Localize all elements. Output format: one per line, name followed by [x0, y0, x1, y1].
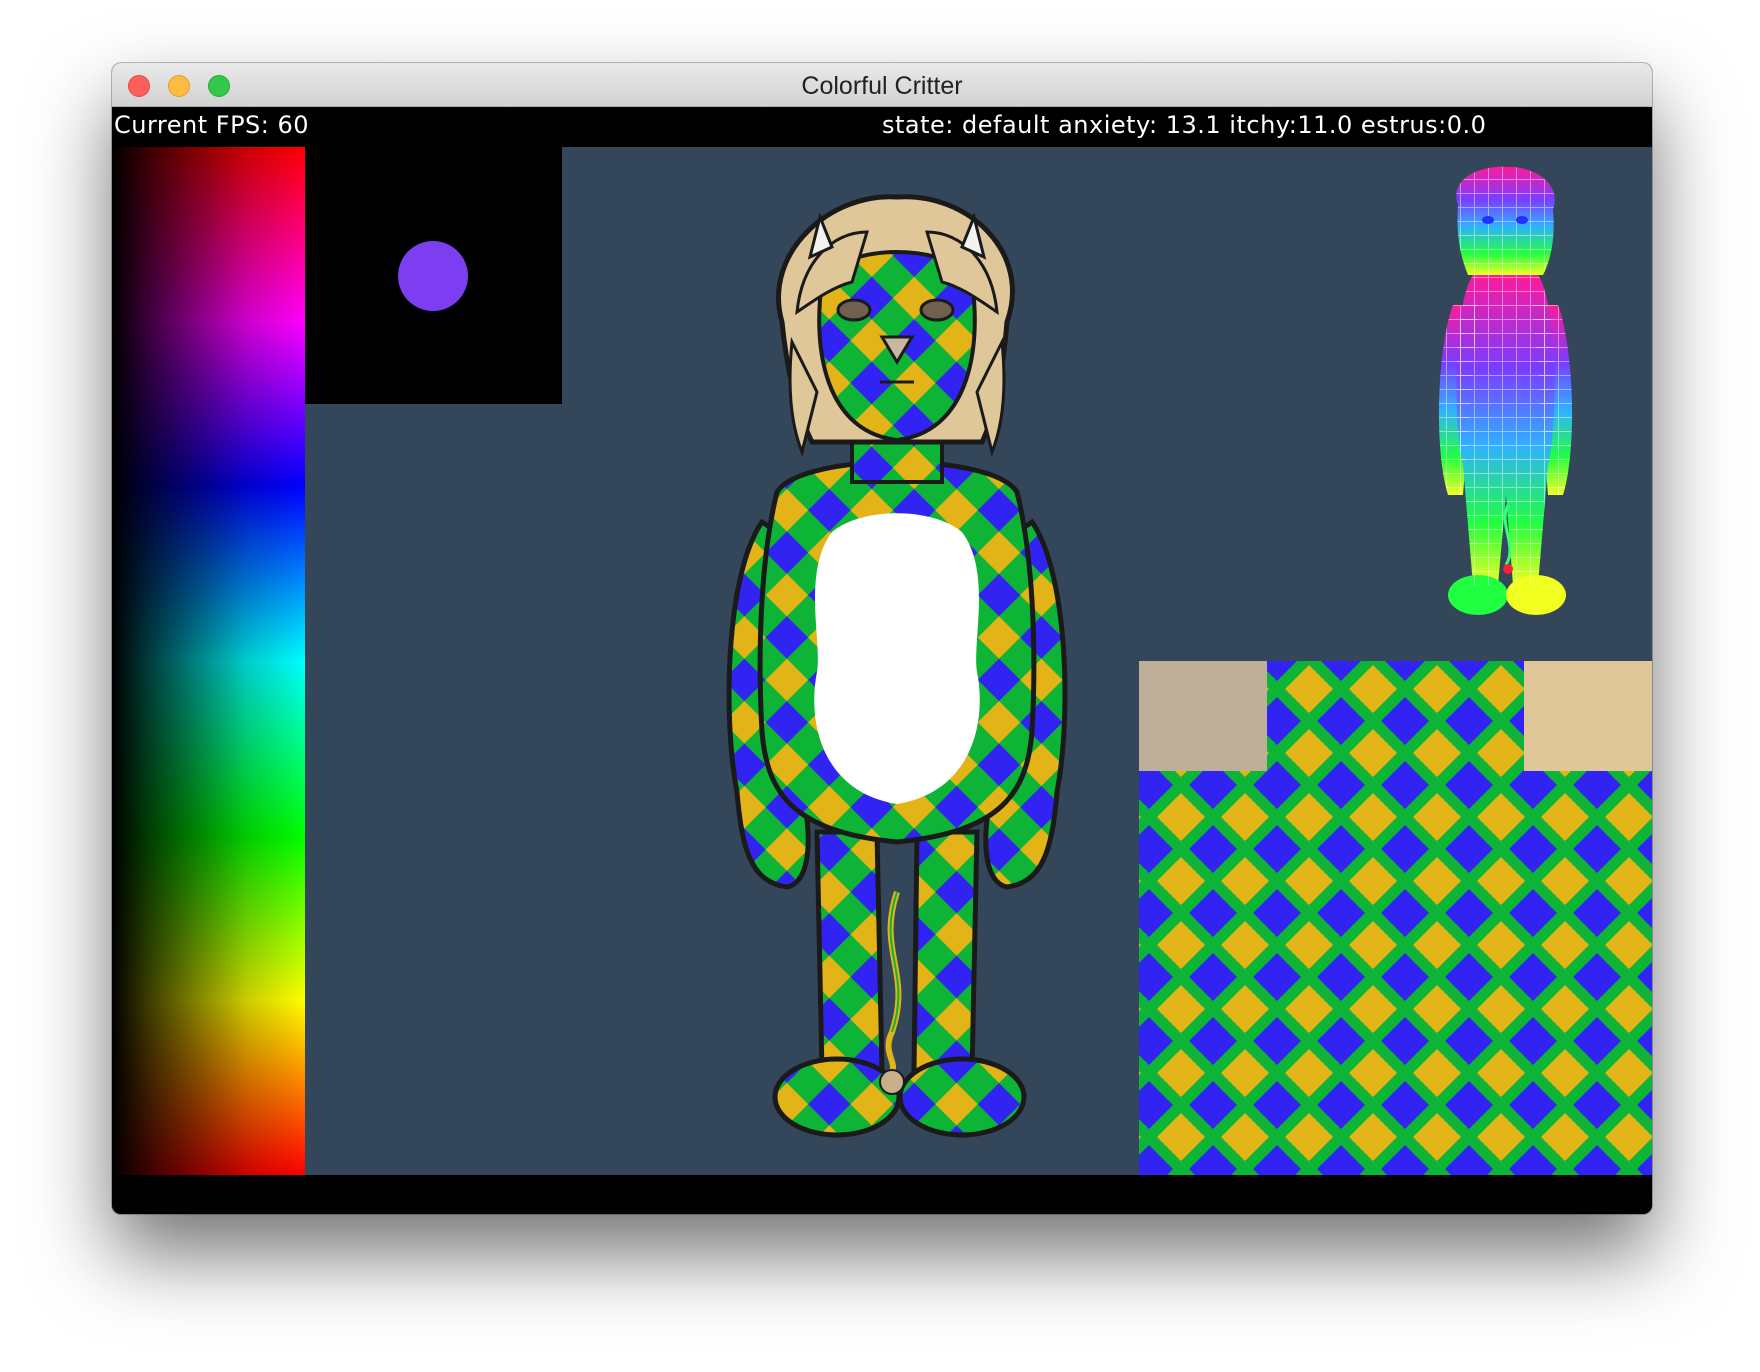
window-title: Colorful Critter [801, 72, 963, 100]
scene-viewport[interactable] [112, 147, 1652, 1175]
hue-gradient-picker[interactable] [112, 147, 305, 1175]
critter-state-readout: state: default anxiety: 13.1 itchy:11.0 … [882, 111, 1487, 139]
app-window: Colorful Critter Current FPS: 60 state: … [112, 63, 1652, 1214]
fps-counter: Current FPS: 60 [114, 111, 310, 139]
skin-texture-map[interactable] [1139, 661, 1652, 1175]
uv-preview-figure [1438, 166, 1573, 615]
title-bar[interactable]: Colorful Critter [112, 63, 1652, 107]
selected-color-swatch [398, 241, 468, 311]
game-canvas[interactable]: Current FPS: 60 state: default anxiety: … [112, 107, 1652, 1214]
critter-figure[interactable] [702, 192, 1092, 1147]
brush-preview-panel [305, 147, 562, 404]
